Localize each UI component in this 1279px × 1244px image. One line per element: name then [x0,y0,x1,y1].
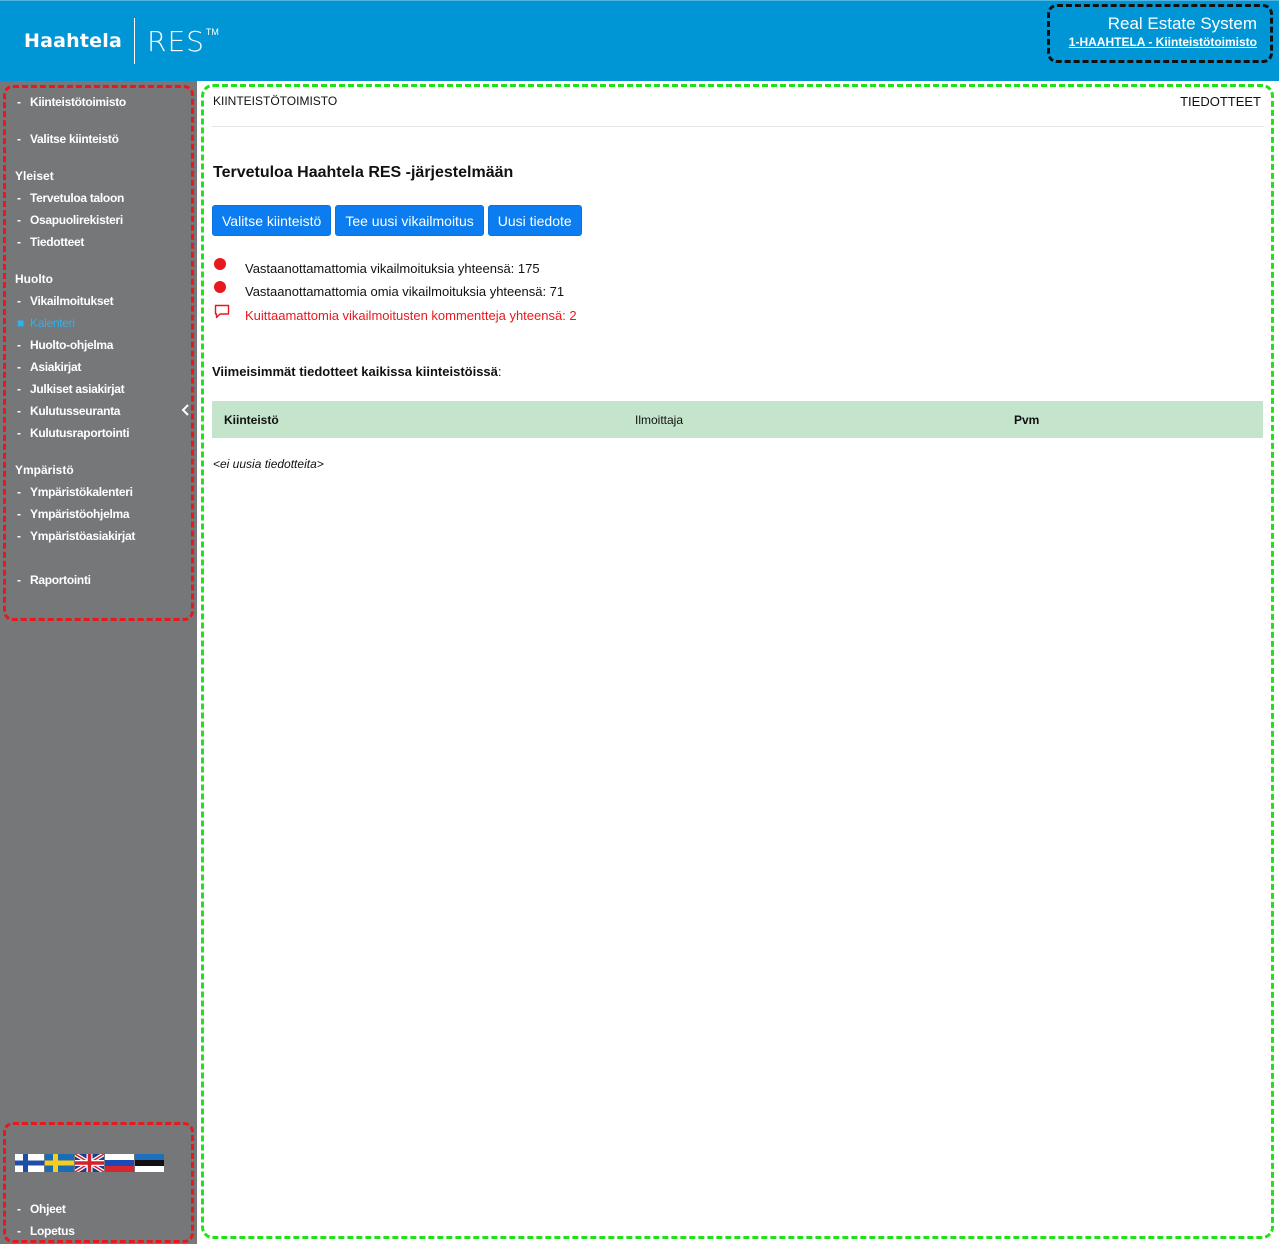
sidebar-item-kiinteistotoimisto[interactable]: - Kiinteistötoimisto [17,95,126,109]
column-header-date[interactable]: Pvm [1014,413,1039,427]
sidebar-item-ymparistokalenteri[interactable]: - Ympäristökalenteri [17,485,133,499]
stat-text: Vastaanottamattomia omia vikailmoituksia… [245,283,565,299]
sidebar-item-kulutusraportointi[interactable]: - Kulutusraportointi [17,426,130,440]
sidebar-item-tervetuloa-taloon[interactable]: - Tervetuloa taloon [17,191,124,205]
welcome-title: Tervetuloa Haahtela RES -järjestelmään [213,164,514,181]
column-header-reporter[interactable]: Ilmoittaja [635,413,683,427]
organization-link[interactable]: 1-HAAHTELA - Kiinteistötoimisto [1050,34,1257,50]
english-flag-icon[interactable] [75,1154,104,1172]
red-dot-icon [214,258,226,270]
collapse-sidebar-chevron-left-icon[interactable] [179,403,191,417]
sidebar-item-ohjeet[interactable]: - Ohjeet [17,1202,66,1216]
sidebar-heading-huolto: Huolto [15,272,53,286]
estonian-flag-icon[interactable] [135,1154,164,1172]
haahtela-res-logo[interactable]: Haahtela RES TM [24,18,219,64]
sidebar-item-asiakirjat[interactable]: - Asiakirjat [17,360,81,374]
top-header: Haahtela RES TM Real Estate System 1-HAA… [0,0,1279,81]
comment-icon [214,304,230,319]
sidebar-heading-ymparisto: Ympäristö [15,463,74,477]
latest-announcements-heading: Viimeisimmät tiedotteet kaikissa kiintei… [212,364,502,379]
column-header-property[interactable]: Kiinteistö [224,413,279,427]
stat-text: Vastaanottamattomia vikailmoituksia yhte… [245,260,540,276]
breadcrumb[interactable]: KIINTEISTÖTOIMISTO [213,94,337,108]
sidebar: - Kiinteistötoimisto - Valitse kiinteistö … [0,81,197,1244]
app-title: Real Estate System [1107,14,1257,33]
sidebar-item-vikailmoitukset[interactable]: - Vikailmoitukset [17,294,114,308]
swedish-flag-icon[interactable] [45,1154,74,1172]
sidebar-item-lopetus[interactable]: - Lopetus [17,1224,75,1238]
active-bullet-icon: ■ [17,316,24,330]
logo-product: RES [146,24,205,58]
sidebar-heading-yleiset: Yleiset [15,169,54,183]
sidebar-item-osapuolirekisteri[interactable]: - Osapuolirekisteri [17,213,123,227]
announcements-table-header: Kiinteistö Ilmoittaja Pvm [212,401,1263,438]
sidebar-item-raportointi[interactable]: - Raportointi [17,573,91,587]
stat-unacknowledged-comments[interactable]: Kuittaamattomia vikailmoitusten kommentt… [214,304,577,323]
sidebar-item-ymparistoohjelma[interactable]: - Ympäristöohjelma [17,507,130,521]
sidebar-item-julkiset-asiakirjat[interactable]: - Julkiset asiakirjat [17,382,125,396]
main-content-highlight [201,84,1274,1239]
logo-divider [133,18,135,64]
stat-unreceived-own-fault-reports[interactable]: Vastaanottamattomia omia vikailmoituksia… [214,281,564,299]
sidebar-item-kalenteri[interactable]: ■ Kalenteri [17,316,75,330]
red-dot-icon [214,281,226,293]
sidebar-item-huolto-ohjelma[interactable]: - Huolto-ohjelma [17,338,113,352]
empty-table-message: <ei uusia tiedotteita> [213,457,324,471]
logo-trademark: TM [205,27,219,37]
sidebar-item-valitse-kiinteisto[interactable]: - Valitse kiinteistö [17,132,119,146]
system-info: Real Estate System 1-HAAHTELA - Kiinteis… [1047,4,1273,63]
finnish-flag-icon[interactable] [15,1154,44,1172]
page-section-title: TIEDOTTEET [1180,94,1261,109]
new-fault-report-button[interactable]: Tee uusi vikailmoitus [335,205,484,236]
sidebar-item-tiedotteet[interactable]: - Tiedotteet [17,235,84,249]
sidebar-item-kulutusseuranta[interactable]: - Kulutusseuranta [17,404,120,418]
logo-name: Haahtela [24,30,122,52]
action-buttons: Valitse kiinteistö Tee uusi vikailmoitus… [212,205,582,236]
header-divider [212,126,1264,127]
language-selector [15,1154,164,1172]
new-announcement-button[interactable]: Uusi tiedote [487,205,582,236]
stat-unreceived-fault-reports[interactable]: Vastaanottamattomia vikailmoituksia yhte… [214,258,540,276]
sidebar-item-ymparistoasiakirjat[interactable]: - Ympäristöasiakirjat [17,529,135,543]
select-property-button[interactable]: Valitse kiinteistö [212,205,332,236]
russian-flag-icon[interactable] [105,1154,134,1172]
stat-text: Kuittaamattomia vikailmoitusten kommentt… [245,308,577,323]
